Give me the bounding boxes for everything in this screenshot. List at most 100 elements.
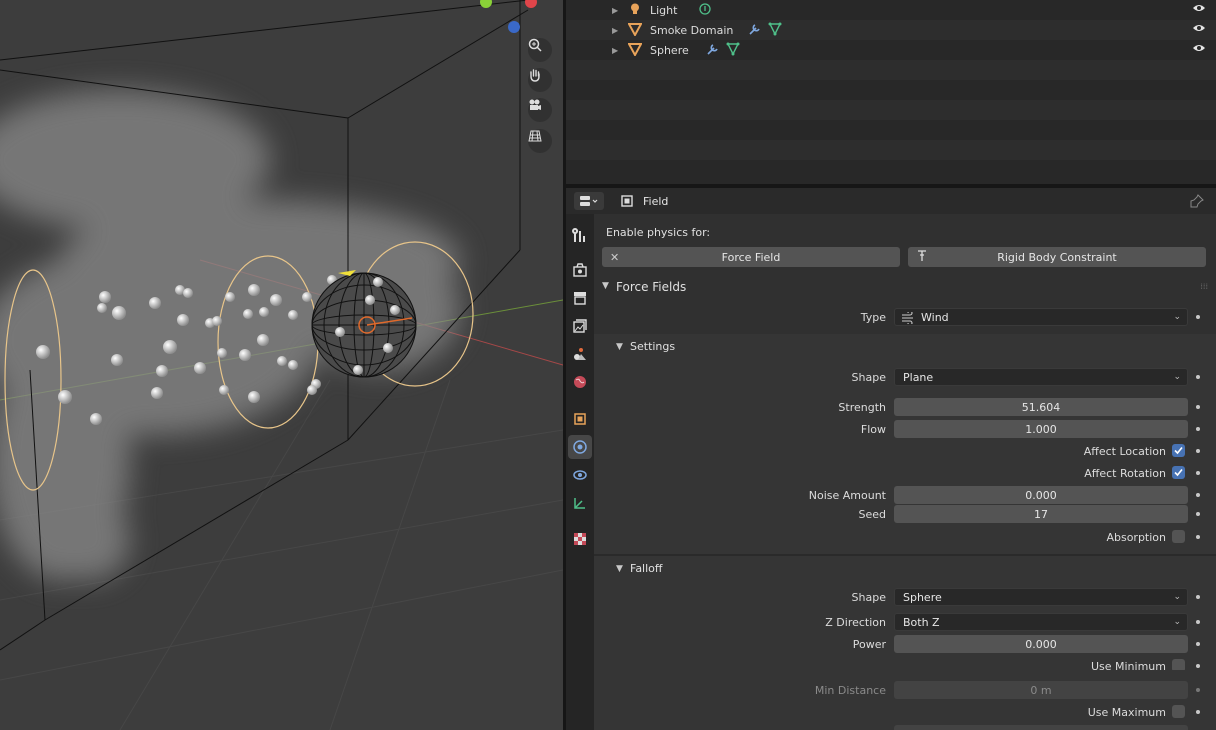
camera-icon[interactable] <box>528 98 552 122</box>
properties-editor: Field Enable physics for: ✕ Force Field … <box>566 188 1216 730</box>
outliner-row-sphere[interactable]: ▶ Sphere <box>566 40 1216 60</box>
keyframe-dot[interactable] <box>1196 471 1200 475</box>
visibility-eye-icon[interactable] <box>1192 42 1206 57</box>
chevron-down-icon: ⌄ <box>1173 617 1181 627</box>
keyframe-dot[interactable] <box>1196 449 1200 453</box>
falloff-continued: Min Distance 0 m Use Maximum <box>594 670 1216 730</box>
strength-field[interactable]: 51.604 <box>894 398 1188 416</box>
force-field-button[interactable]: ✕ Force Field <box>602 247 900 267</box>
keyframe-dot[interactable] <box>1196 620 1200 624</box>
keyframe-dot[interactable] <box>1196 493 1200 497</box>
enable-physics-label: Enable physics for: <box>606 226 711 239</box>
affect-rotation-checkbox[interactable] <box>1172 466 1185 479</box>
3d-viewport[interactable] <box>0 0 563 730</box>
visibility-eye-icon[interactable] <box>1192 2 1206 17</box>
properties-tab-bar <box>566 214 594 730</box>
outliner-empty-row <box>566 100 1216 120</box>
drag-grip-icon[interactable]: ⁞⁞⁞ <box>1200 282 1208 291</box>
collapse-arrow-icon[interactable]: ▼ <box>616 564 623 574</box>
falloff-shape-label: Shape <box>851 591 886 604</box>
visibility-eye-icon[interactable] <box>1192 22 1206 37</box>
min-distance-label: Min Distance <box>814 684 886 697</box>
flow-label: Flow <box>860 423 886 436</box>
z-direction-value: Both Z <box>903 615 940 629</box>
keyframe-dot[interactable] <box>1196 427 1200 431</box>
physics-tab-icon[interactable] <box>568 435 592 459</box>
outliner-label: Smoke Domain <box>650 23 734 37</box>
absorption-checkbox[interactable] <box>1172 530 1185 543</box>
outliner-row-light[interactable]: ▶ Light <box>566 0 1216 20</box>
properties-header: Field <box>566 188 1216 214</box>
max-distance-field-partial[interactable] <box>894 725 1188 730</box>
keyframe-dot[interactable] <box>1196 688 1200 692</box>
flow-field[interactable]: 1.000 <box>894 420 1188 438</box>
type-dropdown[interactable]: Wind ⌄ <box>894 308 1188 326</box>
expand-arrow-icon[interactable]: ▶ <box>612 46 618 55</box>
keyframe-dot[interactable] <box>1196 710 1200 714</box>
tool-tab-icon[interactable] <box>568 224 592 248</box>
world-tab-icon[interactable] <box>568 370 592 394</box>
keyframe-dot[interactable] <box>1196 535 1200 539</box>
outliner-row-smoke-domain[interactable]: ▶ Smoke Domain <box>566 20 1216 40</box>
keyframe-dot[interactable] <box>1196 664 1200 668</box>
wrench-modifier-icon[interactable] <box>748 22 762 39</box>
constraints-tab-icon[interactable] <box>568 463 592 487</box>
keyframe-dot[interactable] <box>1196 512 1200 516</box>
hand-pan-icon[interactable] <box>528 68 552 92</box>
editor-type-button[interactable] <box>574 192 604 210</box>
light-data-icon[interactable] <box>698 2 712 19</box>
texture-tab-icon[interactable] <box>568 527 592 551</box>
collapse-arrow-icon[interactable]: ▼ <box>616 342 623 352</box>
z-direction-dropdown[interactable]: Both Z ⌄ <box>894 613 1188 631</box>
grid-ortho-icon[interactable] <box>528 129 552 153</box>
object-tab-icon[interactable] <box>568 407 592 431</box>
use-maximum-checkbox[interactable] <box>1172 705 1185 718</box>
min-distance-field[interactable]: 0 m <box>894 681 1188 699</box>
absorption-label: Absorption <box>1106 531 1166 544</box>
keyframe-dot[interactable] <box>1196 642 1200 646</box>
mesh-object-icon <box>627 22 643 39</box>
keyframe-dot[interactable] <box>1196 405 1200 409</box>
panel-separator <box>594 554 1216 556</box>
chevron-down-icon: ⌄ <box>1173 312 1181 322</box>
zoom-icon[interactable] <box>528 38 552 62</box>
object-data-tab-icon[interactable] <box>568 491 592 515</box>
power-field[interactable]: 0.000 <box>894 635 1188 653</box>
chevron-down-icon: ⌄ <box>1173 592 1181 602</box>
force-fields-panel-header[interactable]: ▼ Force Fields ⁞⁞⁞ <box>594 274 1216 300</box>
context-title: Field <box>643 195 669 208</box>
mesh-data-icon[interactable] <box>768 22 782 39</box>
scene-tab-icon[interactable] <box>568 342 592 366</box>
render-tab-icon[interactable] <box>568 258 592 282</box>
wind-icon <box>901 310 915 327</box>
keyframe-dot[interactable] <box>1196 595 1200 599</box>
type-value: Wind <box>921 310 949 324</box>
noise-amount-label: Noise Amount <box>808 489 886 502</box>
rigid-body-constraint-button[interactable]: Rigid Body Constraint <box>908 247 1206 267</box>
output-tab-icon[interactable] <box>568 286 592 310</box>
expand-arrow-icon[interactable]: ▶ <box>612 26 618 35</box>
pin-icon[interactable] <box>1190 194 1204 211</box>
noise-amount-field[interactable]: 0.000 <box>894 486 1188 504</box>
rigid-body-constraint-label: Rigid Body Constraint <box>997 250 1117 264</box>
force-field-label: Force Field <box>721 250 781 264</box>
properties-content: Enable physics for: ✕ Force Field Rigid … <box>594 214 1216 730</box>
strength-label: Strength <box>838 401 886 414</box>
keyframe-dot[interactable] <box>1196 315 1200 319</box>
view-layer-tab-icon[interactable] <box>568 314 592 338</box>
affect-location-checkbox[interactable] <box>1172 444 1185 457</box>
seed-field[interactable]: 17 <box>894 505 1188 523</box>
falloff-shape-dropdown[interactable]: Sphere ⌄ <box>894 588 1188 606</box>
outliner-label: Light <box>650 3 678 17</box>
close-x-icon: ✕ <box>610 250 620 264</box>
expand-arrow-icon[interactable]: ▶ <box>612 6 618 15</box>
outliner: ▶ Light ▶ Smoke Domain ▶ Sphere <box>566 0 1216 184</box>
viewport-scene <box>0 0 563 730</box>
shape-value: Plane <box>903 370 934 384</box>
wrench-modifier-icon[interactable] <box>706 42 720 59</box>
shape-dropdown[interactable]: Plane ⌄ <box>894 368 1188 386</box>
keyframe-dot[interactable] <box>1196 375 1200 379</box>
mesh-data-icon[interactable] <box>726 42 740 59</box>
power-label: Power <box>852 638 886 651</box>
use-maximum-label: Use Maximum <box>1087 706 1166 719</box>
